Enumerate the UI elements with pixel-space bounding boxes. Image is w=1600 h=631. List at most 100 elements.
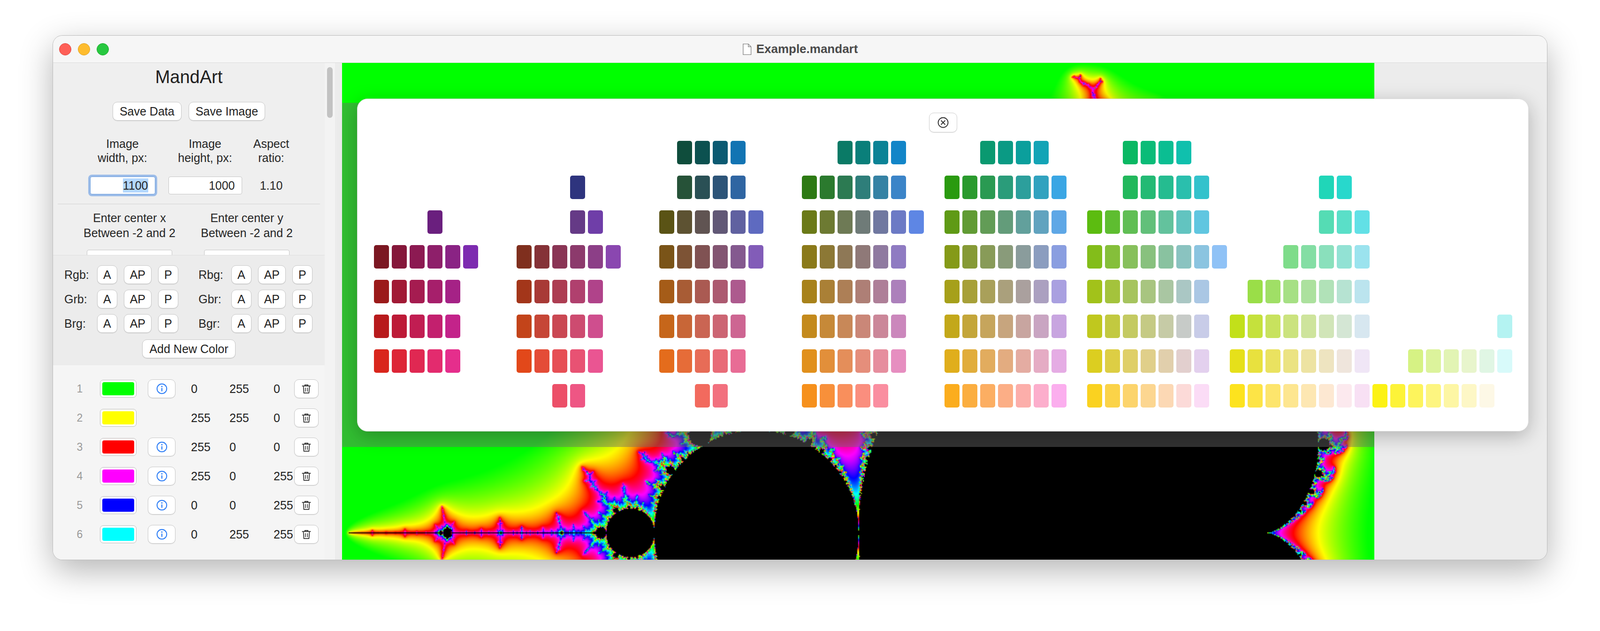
palette-swatch[interactable] [712,244,728,269]
palette-swatch[interactable] [1194,175,1210,199]
info-button[interactable] [147,524,176,544]
palette-swatch[interactable] [1051,314,1067,338]
delete-button[interactable] [294,437,319,457]
palette-swatch[interactable] [694,279,710,304]
palette-swatch[interactable] [534,279,550,304]
palette-swatch[interactable] [516,349,532,373]
palette-swatch[interactable] [570,314,586,338]
palette-swatch[interactable] [445,244,461,269]
palette-swatch[interactable] [855,140,871,165]
palette-swatch[interactable] [855,279,871,304]
palette-swatch[interactable] [712,383,728,408]
palette-swatch[interactable] [980,175,996,199]
palette-swatch[interactable] [712,175,728,199]
palette-swatch[interactable] [712,349,728,373]
palette-swatch[interactable] [391,244,407,269]
palette-swatch[interactable] [694,349,710,373]
palette-swatch[interactable] [1033,279,1049,304]
palette-swatch[interactable] [1301,279,1317,304]
palette-swatch[interactable] [1104,279,1120,304]
palette-swatch[interactable] [694,244,710,269]
palette-swatch[interactable] [1122,175,1138,199]
palette-swatch[interactable] [1122,383,1138,408]
palette-swatch[interactable] [1104,210,1120,234]
palette-swatch[interactable] [819,244,835,269]
palette-swatch[interactable] [1247,314,1263,338]
palette-swatch[interactable] [677,140,693,165]
palette-swatch[interactable] [1265,349,1281,373]
palette-swatch[interactable] [1122,140,1138,165]
palette-swatch[interactable] [837,140,853,165]
palette-swatch[interactable] [962,314,978,338]
palette-swatch[interactable] [873,314,889,338]
palette-swatch[interactable] [1479,349,1495,373]
palette-swatch[interactable] [855,314,871,338]
palette-swatch[interactable] [730,314,746,338]
palette-swatch[interactable] [1176,210,1192,234]
palette-swatch[interactable] [998,279,1014,304]
palette-swatch[interactable] [1087,244,1103,269]
ordering-button[interactable]: P [158,289,179,309]
palette-swatch[interactable] [445,279,461,304]
palette-swatch[interactable] [659,279,675,304]
palette-swatch[interactable] [891,140,907,165]
color-well[interactable] [99,495,137,514]
ordering-button[interactable]: AP [123,313,152,333]
palette-swatch[interactable] [1033,244,1049,269]
palette-swatch[interactable] [837,244,853,269]
palette-swatch[interactable] [552,244,568,269]
palette-swatch[interactable] [1033,210,1049,234]
palette-swatch[interactable] [1140,210,1156,234]
palette-swatch[interactable] [516,314,532,338]
palette-swatch[interactable] [891,244,907,269]
palette-swatch[interactable] [908,210,924,234]
palette-swatch[interactable] [1176,140,1192,165]
palette-swatch[interactable] [605,244,621,269]
palette-swatch[interactable] [1229,349,1245,373]
palette-swatch[interactable] [1318,244,1334,269]
palette-swatch[interactable] [873,244,889,269]
palette-swatch[interactable] [1158,140,1174,165]
palette-swatch[interactable] [1176,314,1192,338]
palette-swatch[interactable] [570,279,586,304]
palette-swatch[interactable] [801,244,817,269]
palette-swatch[interactable] [677,175,693,199]
palette-swatch[interactable] [1336,279,1352,304]
delete-button[interactable] [294,379,319,398]
palette-swatch[interactable] [391,279,407,304]
palette-swatch[interactable] [1176,279,1192,304]
palette-swatch[interactable] [516,279,532,304]
palette-swatch[interactable] [587,349,603,373]
palette-swatch[interactable] [659,349,675,373]
palette-swatch[interactable] [373,349,389,373]
palette-swatch[interactable] [819,383,835,408]
palette-swatch[interactable] [1229,383,1245,408]
palette-swatch[interactable] [587,244,603,269]
palette-swatch[interactable] [1354,210,1370,234]
palette-swatch[interactable] [730,279,746,304]
ordering-button[interactable]: AP [123,289,152,309]
save-button[interactable]: Save Image [188,101,266,121]
palette-swatch[interactable] [873,383,889,408]
palette-swatch[interactable] [712,140,728,165]
ordering-button[interactable]: A [97,265,118,284]
palette-swatch[interactable] [1158,314,1174,338]
palette-swatch[interactable] [1247,279,1263,304]
palette-swatch[interactable] [1265,383,1281,408]
palette-swatch[interactable] [1336,314,1352,338]
palette-swatch[interactable] [1158,349,1174,373]
number-field[interactable]: 1000 [168,176,243,195]
palette-swatch[interactable] [427,244,443,269]
palette-swatch[interactable] [1122,314,1138,338]
palette-swatch[interactable] [534,349,550,373]
palette-swatch[interactable] [980,244,996,269]
palette-swatch[interactable] [516,244,532,269]
palette-swatch[interactable] [1104,314,1120,338]
palette-swatch[interactable] [677,244,693,269]
palette-swatch[interactable] [1336,244,1352,269]
palette-swatch[interactable] [1283,349,1299,373]
palette-swatch[interactable] [1158,244,1174,269]
palette-swatch[interactable] [748,210,764,234]
palette-swatch[interactable] [1176,175,1192,199]
palette-swatch[interactable] [1479,383,1495,408]
